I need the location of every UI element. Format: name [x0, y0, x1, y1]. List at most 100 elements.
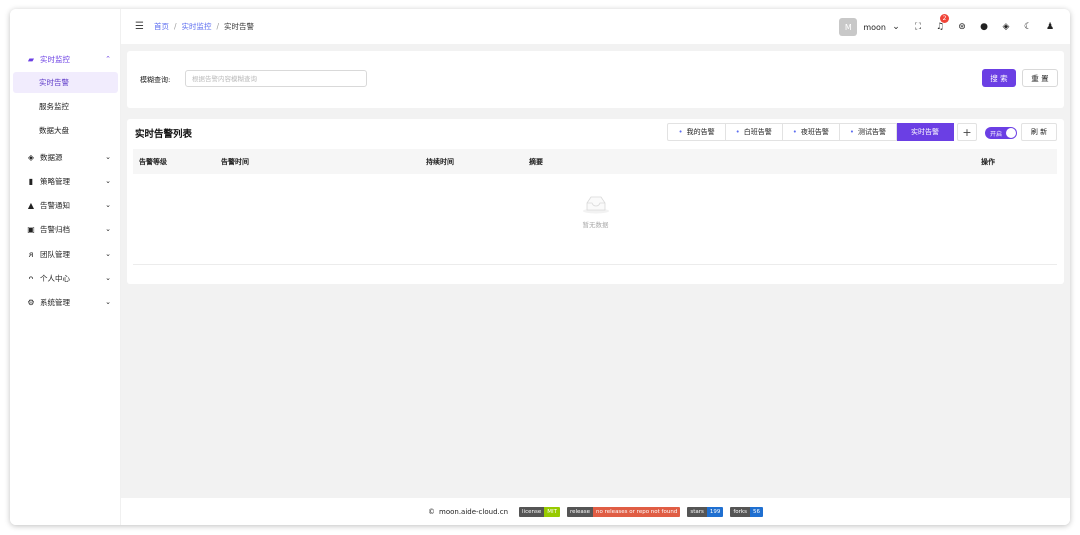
- empty-inbox-icon: [582, 196, 609, 214]
- breadcrumb: ☰ 首页 / 实时监控 / 实时告警: [135, 21, 255, 32]
- sidebar-group-label: 系统管理: [40, 297, 70, 307]
- search-label: 模糊查询:: [140, 76, 171, 84]
- chevron-up-icon: ⌃: [105, 55, 111, 63]
- team-icon: ᴙ: [28, 249, 34, 259]
- monitor-icon: ▰: [27, 54, 35, 64]
- tab-label: 我的告警: [686, 128, 715, 136]
- reset-button[interactable]: 重 置: [1022, 69, 1058, 87]
- chevron-down-icon: ⌄: [105, 250, 111, 258]
- tab-realtime-alerts[interactable]: 实时告警: [897, 123, 954, 141]
- copyright-icon: ©: [428, 507, 435, 516]
- breadcrumb-realtime-monitor[interactable]: 实时监控: [182, 21, 212, 32]
- fullscreen-icon[interactable]: ⛶: [912, 22, 924, 32]
- sidebar-group-label: 数据源: [40, 152, 63, 162]
- license-badge[interactable]: license MIT: [519, 506, 560, 517]
- sidebar-item-service-monitor[interactable]: 服务监控: [13, 96, 118, 117]
- refresh-button[interactable]: 刷 新: [1021, 123, 1057, 141]
- auto-refresh-toggle[interactable]: 开启: [985, 127, 1017, 139]
- sidebar-group-archive[interactable]: ▣ 告警归档 ⌄: [10, 217, 121, 241]
- layers-icon[interactable]: ◈: [1000, 22, 1012, 32]
- top-header: ☰ 首页 / 实时监控 / 实时告警 M moon ⌄ ⛶ ♫ 2 ⊛ ● ◈ ☾…: [121, 9, 1070, 45]
- sidebar-group-label: 告警归档: [40, 224, 70, 234]
- add-tab-button[interactable]: +: [957, 123, 977, 141]
- app-window: ▰ 实时监控 ⌃ 实时告警 服务监控 数据大盘 ◈ 数据源 ⌄ ▮ 策略管理 ⌄…: [10, 9, 1070, 525]
- tab-label: 实时告警: [911, 128, 939, 136]
- sidebar-group-strategy[interactable]: ▮ 策略管理 ⌄: [10, 169, 121, 193]
- dot-icon: •: [678, 128, 683, 136]
- sidebar-group-label: 告警通知: [40, 200, 70, 210]
- dot-icon: •: [735, 128, 740, 136]
- username[interactable]: moon: [863, 23, 886, 32]
- tab-my-alerts[interactable]: • 我的告警: [667, 123, 726, 141]
- tab-night-shift[interactable]: • 夜班告警: [782, 123, 840, 141]
- divider: [133, 264, 1057, 265]
- chevron-down-icon: ⌄: [105, 225, 111, 233]
- bell-icon[interactable]: ♫ 2: [934, 14, 949, 32]
- column-header-actions: 操作: [981, 158, 995, 166]
- book-icon: ▮: [28, 176, 34, 186]
- toggle-label: 开启: [990, 131, 1003, 138]
- tab-test-alerts[interactable]: • 测试告警: [839, 123, 897, 141]
- sidebar-group-system[interactable]: ⚙ 系统管理 ⌄: [10, 290, 121, 314]
- tab-label: 测试告警: [858, 128, 886, 136]
- empty-text: 暂无数据: [582, 221, 609, 229]
- forks-badge[interactable]: forks 56: [730, 506, 763, 517]
- sidebar-group-label: 策略管理: [40, 176, 70, 186]
- sidebar-group-label: 团队管理: [40, 249, 70, 259]
- chevron-down-icon[interactable]: ⌄: [890, 22, 902, 32]
- sidebar-group-label: 实时监控: [40, 54, 70, 64]
- column-header-duration: 持续时间: [426, 158, 454, 166]
- empty-state: 暂无数据: [127, 194, 1064, 229]
- chevron-down-icon: ⌄: [105, 177, 111, 185]
- alert-list-panel: 实时告警列表 • 我的告警 • 白班告警 • 夜班告警 • 测试告警 实时告警 + 开启…: [127, 119, 1064, 284]
- sidebar-group-profile[interactable]: ᴖ 个人中心 ⌄: [10, 266, 121, 290]
- menu-fold-icon[interactable]: ☰: [135, 21, 144, 32]
- header-actions: M moon ⌄ ⛶ ♫ 2 ⊛ ● ◈ ☾ ♟: [839, 14, 1056, 36]
- bell-icon: ▲: [27, 200, 35, 210]
- tab-label: 夜班告警: [800, 128, 829, 136]
- notification-badge: 2: [940, 14, 949, 23]
- avatar[interactable]: M: [839, 18, 858, 36]
- column-header-level: 告警等级: [139, 158, 167, 166]
- settings-icon[interactable]: ⊛: [956, 22, 968, 32]
- chevron-down-icon: ⌄: [105, 201, 111, 209]
- sidebar-item-realtime-alerts[interactable]: 实时告警: [13, 72, 118, 93]
- layers-icon: ◈: [27, 152, 35, 162]
- footer: © moon.aide-cloud.cn license MIT release n…: [121, 498, 1070, 525]
- release-badge[interactable]: release no releases or repo not found: [566, 506, 681, 517]
- column-header-summary: 摘要: [529, 158, 543, 166]
- search-input[interactable]: [185, 70, 367, 87]
- stars-badge[interactable]: stars 199: [687, 506, 724, 517]
- column-header-time: 告警时间: [221, 158, 249, 166]
- sidebar-group-label: 个人中心: [40, 273, 70, 283]
- sidebar-item-dashboard[interactable]: 数据大盘: [13, 120, 118, 141]
- search-panel: 模糊查询: 搜 索 重 置: [127, 51, 1064, 108]
- sidebar-group-notify[interactable]: ▲ 告警通知 ⌄: [10, 193, 121, 217]
- theme-icon[interactable]: ♟: [1044, 22, 1056, 32]
- github-icon[interactable]: ●: [978, 22, 990, 32]
- chevron-down-icon: ⌄: [105, 153, 111, 161]
- breadcrumb-home[interactable]: 首页: [154, 21, 169, 32]
- toggle-knob: [1006, 128, 1016, 138]
- tab-day-shift[interactable]: • 白班告警: [725, 123, 783, 141]
- sidebar-group-datasource[interactable]: ◈ 数据源 ⌄: [10, 145, 121, 169]
- site-link[interactable]: moon.aide-cloud.cn: [439, 508, 508, 516]
- gear-icon: ⚙: [27, 297, 35, 307]
- page-title: 实时告警列表: [135, 129, 193, 140]
- dot-icon: •: [849, 128, 854, 136]
- archive-icon: ▣: [27, 224, 35, 234]
- sidebar-group-team[interactable]: ᴙ 团队管理 ⌄: [10, 242, 121, 266]
- tab-label: 白班告警: [743, 128, 772, 136]
- moon-icon[interactable]: ☾: [1022, 22, 1034, 32]
- chevron-down-icon: ⌄: [105, 298, 111, 306]
- sidebar-group-realtime-monitor[interactable]: ▰ 实时监控 ⌃: [10, 47, 121, 71]
- table-header: 告警等级 告警时间 持续时间 摘要 操作: [133, 149, 1057, 174]
- alert-tabs: • 我的告警 • 白班告警 • 夜班告警 • 测试告警 实时告警: [667, 123, 954, 141]
- user-icon: ᴖ: [28, 273, 34, 283]
- search-button[interactable]: 搜 索: [982, 69, 1016, 87]
- sidebar: ▰ 实时监控 ⌃ 实时告警 服务监控 数据大盘 ◈ 数据源 ⌄ ▮ 策略管理 ⌄…: [10, 9, 121, 525]
- breadcrumb-current: 实时告警: [224, 22, 255, 31]
- chevron-down-icon: ⌄: [105, 274, 111, 282]
- dot-icon: •: [792, 128, 797, 136]
- main-content: 模糊查询: 搜 索 重 置 实时告警列表 •我的告警 •白班告警 •夜班告警 •…: [121, 45, 1070, 498]
